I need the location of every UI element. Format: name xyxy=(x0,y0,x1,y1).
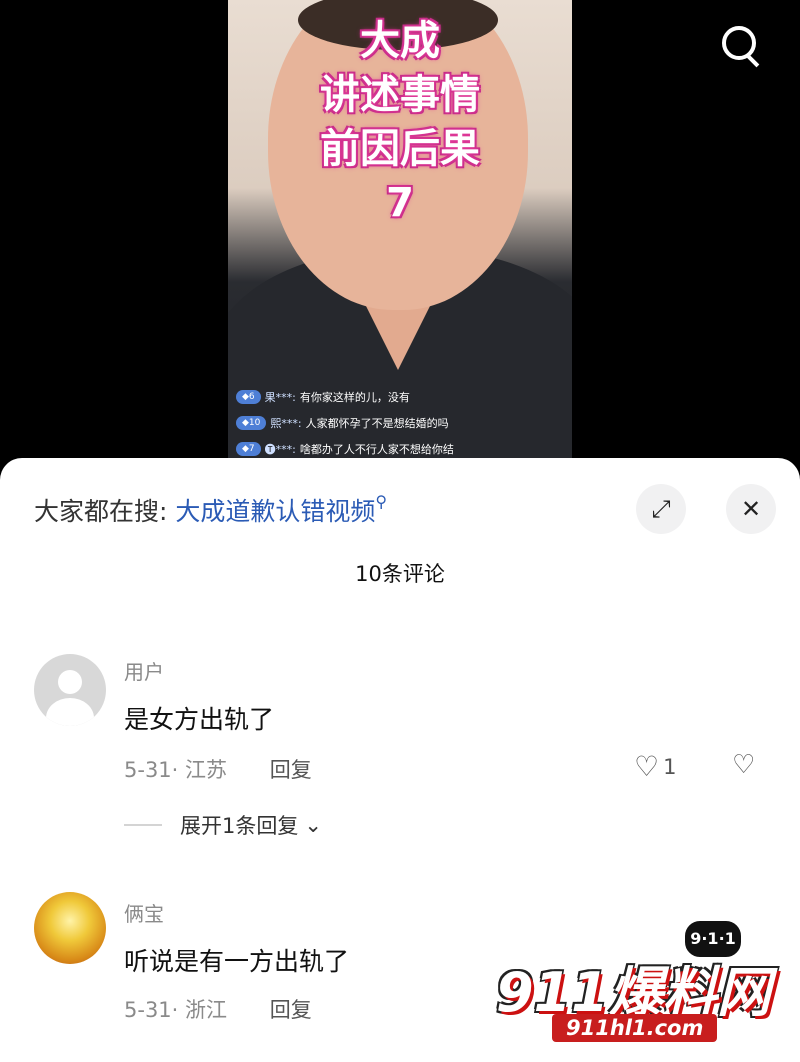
reply-button[interactable]: 回复 xyxy=(270,998,312,1022)
close-icon[interactable]: ✕ xyxy=(726,484,776,534)
heart-icon: ♡ xyxy=(634,750,660,783)
comment-count: 10条评论 xyxy=(355,562,445,586)
search-icon-ring xyxy=(722,26,756,60)
like-button[interactable]: ♡ 1 xyxy=(634,750,676,783)
live-comment-user: 果***: xyxy=(264,391,296,404)
chevron-down-icon: ⌄ xyxy=(304,813,322,837)
level-badge: ◆6 xyxy=(236,390,261,404)
overlay-line: 大成 xyxy=(360,18,440,64)
comment-text: 是女方出轨了 xyxy=(124,705,275,734)
hot-search-bar[interactable]: 大家都在搜: 大成道歉认错视频⚲ xyxy=(34,492,387,528)
watermark-logo: 9·1·1 911爆料网 911hl1.com xyxy=(496,918,796,1058)
avatar[interactable] xyxy=(34,654,106,726)
comment-meta: 5-31· 江苏 回复 xyxy=(124,754,312,784)
overlay-line: 讲述事情 xyxy=(320,72,480,118)
overlay-line: 前因后果 xyxy=(320,126,480,172)
live-comment-user: 熙***: xyxy=(270,417,302,430)
hot-search-keyword[interactable]: 大成道歉认错视频 xyxy=(175,497,375,526)
search-icon[interactable] xyxy=(716,20,766,70)
live-comment: ◆6 果***: 有你家这样的儿，没有 xyxy=(236,386,454,408)
watermark-site: 911hl1.com xyxy=(552,1014,718,1042)
live-comment-text: 啥都办了人不行人家不想给你结 xyxy=(299,443,454,456)
comment-text: 听说是有一方出轨了 xyxy=(124,947,350,976)
live-comment-list: ◆6 果***: 有你家这样的儿，没有 ◆10 熙***: 人家都怀孕了不是想结… xyxy=(236,386,454,464)
comment-date-location: 5-31· 江苏 xyxy=(124,758,228,782)
expand-icon[interactable]: ⤢ xyxy=(636,484,686,534)
live-comment: ◆7 🅣***: 啥都办了人不行人家不想给你结 xyxy=(236,438,454,460)
divider-line xyxy=(124,824,162,826)
search-icon-handle xyxy=(746,54,760,68)
video-title-overlay: 大成 讲述事情 前因后果 7 xyxy=(228,14,572,230)
like-count: 1 xyxy=(663,754,677,779)
avatar-head xyxy=(58,670,82,694)
broken-heart-icon[interactable]: ♡ xyxy=(732,750,755,780)
live-comment: ◆10 熙***: 人家都怀孕了不是想结婚的吗 xyxy=(236,412,454,434)
comment-meta: 5-31· 浙江 回复 xyxy=(124,994,312,1024)
live-comment-user: 🅣***: xyxy=(264,443,296,456)
video-frame[interactable]: 大成 讲述事情 前因后果 7 ◆6 果***: 有你家这样的儿，没有 ◆10 熙… xyxy=(228,0,572,470)
hot-search-prefix: 大家都在搜: xyxy=(34,497,168,526)
live-comment-text: 人家都怀孕了不是想结婚的吗 xyxy=(305,417,449,430)
avatar-body xyxy=(46,698,94,726)
level-badge: ◆7 xyxy=(236,442,261,456)
reply-button[interactable]: 回复 xyxy=(270,758,312,782)
video-player[interactable]: 大成 讲述事情 前因后果 7 ◆6 果***: 有你家这样的儿，没有 ◆10 熙… xyxy=(0,0,800,470)
live-comment-text: 有你家这样的儿，没有 xyxy=(299,391,410,404)
expand-replies-button[interactable]: 展开1条回复 ⌄ xyxy=(124,810,322,840)
overlay-line: 7 xyxy=(386,180,414,226)
comment-username[interactable]: 俩宝 xyxy=(124,898,164,927)
comment-date-location: 5-31· 浙江 xyxy=(124,998,228,1022)
expand-replies-label: 展开1条回复 xyxy=(180,814,299,838)
avatar[interactable] xyxy=(34,892,106,964)
search-small-icon: ⚲ xyxy=(375,492,388,511)
comment-username[interactable]: 用户 xyxy=(124,656,164,685)
level-badge: ◆10 xyxy=(236,416,267,430)
